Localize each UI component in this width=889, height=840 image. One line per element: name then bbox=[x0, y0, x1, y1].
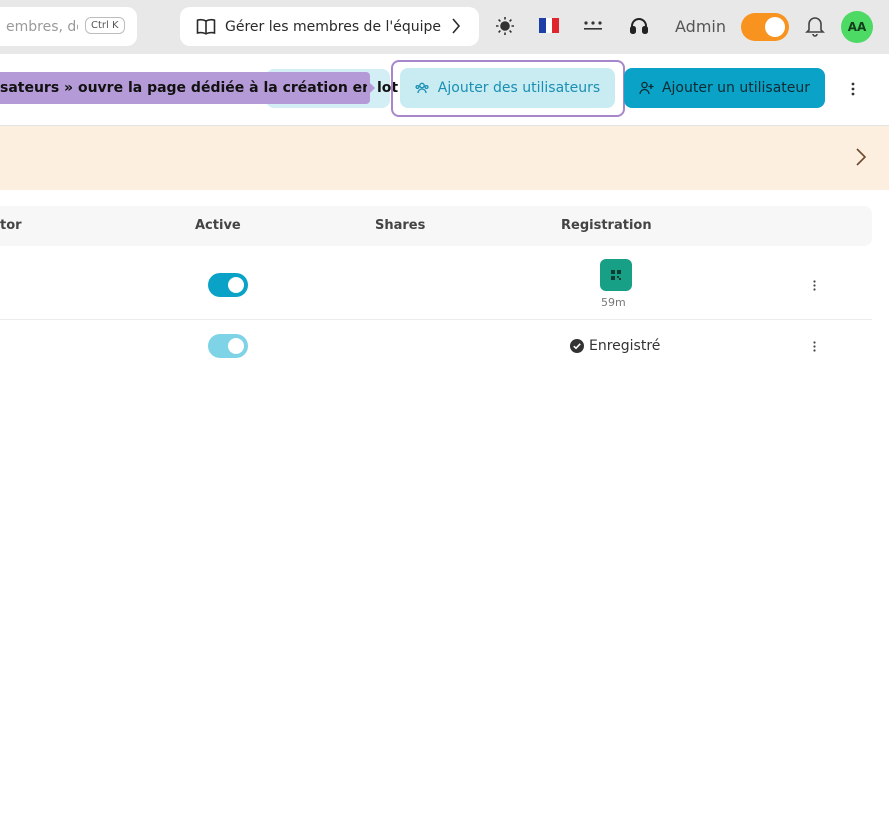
user-plus-icon bbox=[639, 81, 654, 95]
global-search[interactable]: embres, doss Ctrl K bbox=[0, 7, 137, 46]
toggle-knob bbox=[228, 277, 244, 293]
column-header-registration[interactable]: Registration bbox=[561, 218, 652, 233]
search-input[interactable]: embres, doss bbox=[6, 19, 78, 35]
tooltip-text: sateurs » ouvre la page dédiée à la créa… bbox=[0, 80, 399, 96]
table-header bbox=[0, 206, 872, 246]
registration-status: Enregistré bbox=[570, 338, 660, 354]
guide-label: Gérer les membres de l'équipe bbox=[225, 18, 442, 35]
book-icon bbox=[196, 18, 216, 35]
registration-time: 59m bbox=[601, 296, 626, 309]
sun-icon bbox=[496, 17, 514, 35]
users-icon bbox=[415, 82, 429, 94]
kebab-icon bbox=[812, 340, 816, 352]
bell-icon bbox=[805, 17, 825, 37]
row-actions-button[interactable] bbox=[809, 338, 819, 354]
row-actions-button[interactable] bbox=[809, 277, 819, 293]
tooltip-arrow bbox=[367, 80, 375, 96]
support-button[interactable] bbox=[628, 15, 650, 37]
chevron-right-icon[interactable] bbox=[855, 147, 867, 167]
kebab-icon bbox=[812, 279, 816, 291]
registration-qr-button[interactable] bbox=[600, 259, 632, 291]
chevron-right-icon bbox=[452, 18, 461, 34]
admin-mode-toggle[interactable] bbox=[741, 13, 789, 41]
dots-icon bbox=[584, 21, 602, 30]
notifications-button[interactable] bbox=[804, 15, 826, 37]
guide-button[interactable]: Gérer les membres de l'équipe bbox=[180, 7, 479, 46]
french-flag-icon[interactable] bbox=[539, 18, 560, 33]
column-header-active[interactable]: Active bbox=[195, 218, 241, 233]
column-header[interactable]: tor bbox=[0, 218, 22, 233]
theme-toggle-button[interactable] bbox=[494, 15, 516, 37]
more-apps-button[interactable] bbox=[582, 15, 604, 37]
row-divider bbox=[0, 319, 872, 320]
active-toggle[interactable] bbox=[208, 334, 248, 358]
registration-status-label: Enregistré bbox=[589, 338, 661, 354]
kebab-icon bbox=[851, 82, 855, 96]
add-multiple-users-button[interactable]: Ajouter des utilisateurs bbox=[400, 68, 615, 108]
onboarding-tooltip: sateurs » ouvre la page dédiée à la créa… bbox=[0, 72, 398, 104]
toggle-knob bbox=[765, 17, 785, 37]
toggle-knob bbox=[228, 338, 244, 354]
more-options-button[interactable] bbox=[842, 78, 864, 100]
support-icon bbox=[630, 18, 648, 34]
column-header-shares[interactable]: Shares bbox=[375, 218, 425, 233]
role-label: Admin bbox=[675, 17, 726, 36]
active-toggle[interactable] bbox=[208, 273, 248, 297]
add-multiple-users-label: Ajouter des utilisateurs bbox=[437, 80, 601, 96]
search-shortcut-hint: Ctrl K bbox=[85, 17, 125, 34]
avatar[interactable]: AA bbox=[841, 11, 873, 43]
add-user-button[interactable]: Ajouter un utilisateur bbox=[624, 68, 825, 108]
add-user-label: Ajouter un utilisateur bbox=[661, 80, 811, 96]
check-circle-icon bbox=[570, 339, 584, 353]
info-banner bbox=[0, 126, 889, 190]
qr-code-icon bbox=[611, 270, 621, 280]
